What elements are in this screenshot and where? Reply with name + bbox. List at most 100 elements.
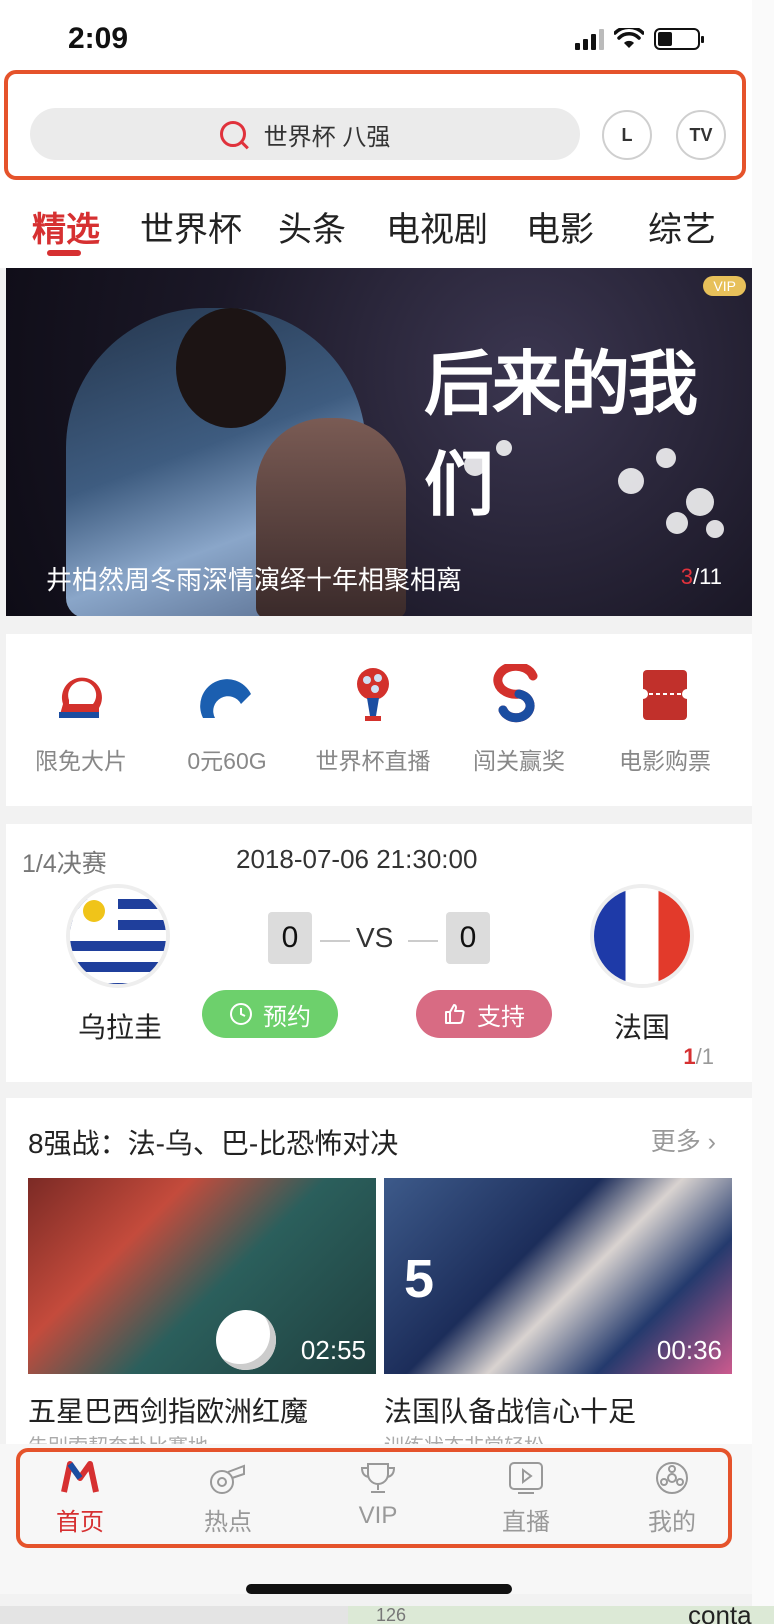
- tab-me[interactable]: 我的: [612, 1460, 732, 1537]
- challenge-s-icon: [491, 661, 547, 724]
- video-thumbnail[interactable]: 5 00:36: [384, 1178, 732, 1374]
- quick-link-data-plan[interactable]: 0元60G: [152, 664, 302, 776]
- quick-link-label: 0元60G: [187, 748, 267, 774]
- tab-world-cup[interactable]: 世界杯: [140, 202, 242, 251]
- banner-page-current: 3: [680, 564, 694, 589]
- vip-badge: VIP: [703, 276, 746, 296]
- tab-headlines[interactable]: 头条: [278, 202, 346, 251]
- banner-caption: 井柏然周冬雨深情演绎十年相聚相离: [46, 565, 463, 595]
- reserve-button[interactable]: 预约: [202, 990, 338, 1038]
- free-movies-icon: [53, 664, 109, 724]
- jersey-number: 5: [404, 1249, 435, 1309]
- wifi-icon: [614, 28, 644, 48]
- tab-label: 热点: [204, 1509, 252, 1536]
- background-number: 126: [376, 1605, 407, 1624]
- match-pager: 1/1: [683, 1044, 714, 1070]
- tab-label: 首页: [56, 1509, 104, 1536]
- quick-link-free-movies[interactable]: 限免大片: [6, 664, 156, 776]
- search-header: 世界杯 八强 L TV: [0, 70, 752, 180]
- status-time: 2:09: [68, 22, 129, 55]
- quick-link-movie-tickets[interactable]: 电影购票: [590, 664, 740, 776]
- status-icons: [575, 28, 704, 50]
- live-play-icon: [506, 1460, 546, 1496]
- football-image: [216, 1310, 276, 1370]
- tab-label: 我的: [648, 1509, 696, 1536]
- search-icon: [219, 121, 246, 147]
- history-button[interactable]: L: [602, 110, 652, 160]
- tab-featured[interactable]: 精选: [32, 202, 100, 251]
- background-text: conta: [688, 1600, 752, 1624]
- search-bar[interactable]: 世界杯 八强: [30, 108, 580, 160]
- away-team-name: 法国: [614, 1012, 671, 1043]
- support-button[interactable]: 支持: [416, 990, 552, 1038]
- news-section: 8强战：法-乌、巴-比恐怖对决 更多 › 02:55 5 00:36 五星巴西剑…: [6, 1098, 752, 1444]
- uruguay-flag-icon: [70, 888, 166, 984]
- whistle-icon: [208, 1460, 248, 1496]
- quick-links: 限免大片 0元60G 世界杯直播 闯关赢奖 电影购票: [6, 634, 752, 806]
- cellular-signal-icon: [575, 28, 604, 50]
- home-logo-icon: [60, 1460, 100, 1496]
- france-flag-icon: [594, 888, 690, 984]
- category-tabs: 精选 世界杯 头条 电视剧 电影 综艺: [0, 180, 752, 268]
- match-round: 1/4决赛: [22, 850, 107, 878]
- clock-icon: [230, 1003, 252, 1025]
- video-thumbnail[interactable]: 02:55: [28, 1178, 376, 1374]
- background-margin: [752, 0, 774, 1606]
- tab-tv-series[interactable]: 电视剧: [386, 202, 488, 251]
- quick-link-world-cup-live[interactable]: 世界杯直播: [298, 664, 448, 776]
- news-title[interactable]: 五星巴西剑指欧洲红魔: [28, 1390, 308, 1430]
- reserve-label: 预约: [263, 1003, 311, 1031]
- hero-banner[interactable]: 后来的我们 VIP 井柏然周冬雨深情演绎十年相聚相离 3/11: [6, 268, 752, 616]
- away-score: 0: [446, 912, 490, 964]
- active-tab-indicator: [47, 250, 81, 256]
- section-title: 8强战：法-乌、巴-比恐怖对决: [28, 1128, 399, 1159]
- video-duration: 02:55: [300, 1335, 366, 1365]
- bottom-tab-bar: 首页 热点 VIP 直播 我的: [0, 1444, 752, 1594]
- news-title[interactable]: 法国队备战信心十足: [384, 1390, 636, 1430]
- tab-hot[interactable]: 热点: [168, 1460, 288, 1537]
- home-team-name: 乌拉圭: [78, 1012, 163, 1043]
- chevron-right-icon: ›: [700, 1128, 716, 1156]
- banner-pager: 3/11: [681, 564, 722, 590]
- video-duration: 00:36: [656, 1335, 722, 1365]
- banner-title-art: 后来的我们: [424, 342, 698, 526]
- tab-home[interactable]: 首页: [20, 1460, 140, 1537]
- thumbs-up-icon: [445, 1004, 465, 1024]
- data-plan-icon: [199, 664, 255, 724]
- quick-link-label: 限免大片: [35, 748, 127, 774]
- ticket-icon: [637, 664, 693, 724]
- match-page-current: 1: [683, 1044, 696, 1069]
- quick-link-label: 世界杯直播: [315, 748, 431, 774]
- quick-link-label: 电影购票: [619, 748, 711, 774]
- quick-link-challenge[interactable]: 闯关赢奖: [444, 661, 594, 776]
- news-subtitle: 训练状态非常轻松: [384, 1430, 544, 1444]
- world-cup-trophy-icon: [345, 664, 401, 724]
- tv-cast-button[interactable]: TV: [676, 110, 726, 160]
- banner-figure: [176, 308, 286, 428]
- tab-live[interactable]: 直播: [466, 1460, 586, 1537]
- match-datetime: 2018-07-06 21:30:00: [236, 844, 478, 874]
- tab-variety[interactable]: 综艺: [648, 202, 716, 251]
- tab-label: 直播: [502, 1509, 550, 1536]
- more-link[interactable]: 更多 ›: [651, 1122, 716, 1158]
- tab-movies[interactable]: 电影: [526, 202, 594, 251]
- versus-label: VS: [356, 922, 394, 953]
- match-card[interactable]: 1/4决赛 2018-07-06 21:30:00 乌拉圭 法国 0 VS 0 …: [6, 824, 752, 1082]
- home-indicator: [246, 1584, 512, 1594]
- banner-page-total: /11: [693, 564, 722, 589]
- tab-label: VIP: [358, 1502, 398, 1529]
- quick-link-label: 闯关赢奖: [473, 748, 565, 774]
- support-label: 支持: [477, 1003, 525, 1031]
- score-divider: [320, 940, 350, 942]
- phone-screen: 2:09 世界杯 八强 L TV 精选 世界杯 头条 电视剧 电影 综艺 后来的…: [0, 0, 752, 1624]
- trophy-icon: [358, 1460, 398, 1496]
- score-divider: [408, 940, 438, 942]
- match-page-total: /1: [695, 1044, 714, 1069]
- status-bar: 2:09: [0, 0, 752, 70]
- battery-icon: [654, 28, 704, 50]
- more-label: 更多: [650, 1128, 701, 1156]
- search-query: 世界杯 八强: [263, 123, 391, 151]
- profile-ball-icon: [652, 1460, 692, 1496]
- home-score: 0: [268, 912, 312, 964]
- tab-vip[interactable]: VIP: [318, 1460, 438, 1530]
